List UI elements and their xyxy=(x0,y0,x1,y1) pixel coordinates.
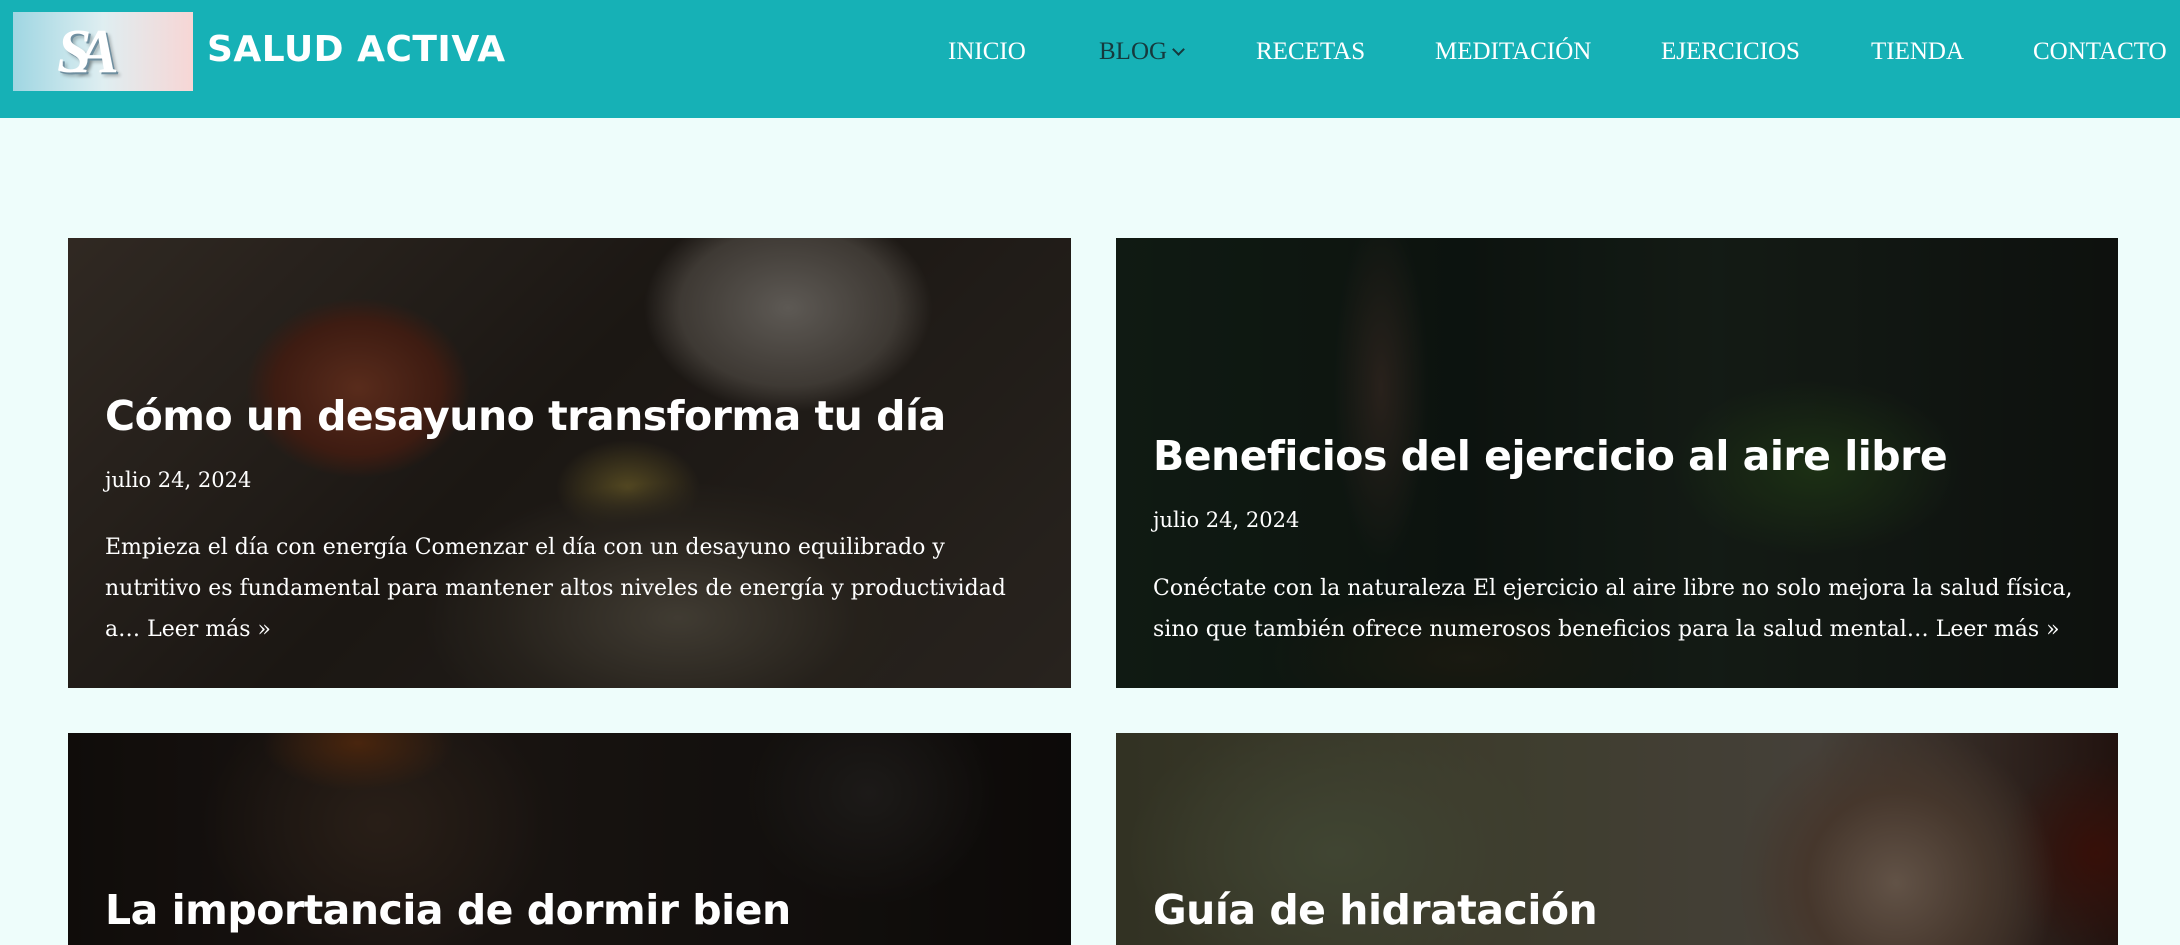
nav-item-contacto[interactable]: CONTACTO xyxy=(2033,33,2167,71)
nav-item-tienda[interactable]: TIENDA xyxy=(1871,33,1964,71)
chevron-down-icon xyxy=(1172,43,1185,56)
post-excerpt-text: Conéctate con la naturaleza El ejercicio… xyxy=(1153,576,2073,642)
read-more-link[interactable]: Leer más » xyxy=(147,617,271,642)
site-header: SA SALUD ACTIVA INICIO BLOG RECETAS MEDI… xyxy=(0,0,2180,118)
nav-item-meditacion[interactable]: MEDITACIÓN xyxy=(1435,33,1591,71)
post-excerpt: Empieza el día con energía Comenzar el d… xyxy=(105,527,1045,650)
nav-item-recetas[interactable]: RECETAS xyxy=(1256,33,1365,71)
post-title[interactable]: La importancia de dormir bien xyxy=(105,885,791,935)
nav-item-blog-label: BLOG xyxy=(1099,38,1168,65)
main-nav: INICIO BLOG RECETAS MEDITACIÓN EJERCICIO… xyxy=(0,33,2180,73)
post-card-hidratacion[interactable]: Guía de hidratación xyxy=(1116,733,2118,945)
nav-item-inicio[interactable]: INICIO xyxy=(948,33,1026,71)
post-card-ejercicio[interactable]: Beneficios del ejercicio al aire libre j… xyxy=(1116,238,2118,688)
nav-item-ejercicios[interactable]: EJERCICIOS xyxy=(1661,33,1800,71)
post-title[interactable]: Guía de hidratación xyxy=(1153,885,1598,935)
post-date: julio 24, 2024 xyxy=(105,468,252,492)
post-card-desayuno[interactable]: Cómo un desayuno transforma tu día julio… xyxy=(68,238,1071,688)
post-title[interactable]: Cómo un desayuno transforma tu día xyxy=(105,391,946,441)
nav-item-blog[interactable]: BLOG xyxy=(1099,33,1185,71)
post-excerpt: Conéctate con la naturaleza El ejercicio… xyxy=(1153,568,2103,650)
post-card-dormir[interactable]: La importancia de dormir bien xyxy=(68,733,1071,945)
post-title[interactable]: Beneficios del ejercicio al aire libre xyxy=(1153,431,1948,481)
read-more-link[interactable]: Leer más » xyxy=(1936,617,2060,642)
post-date: julio 24, 2024 xyxy=(1153,508,1300,532)
